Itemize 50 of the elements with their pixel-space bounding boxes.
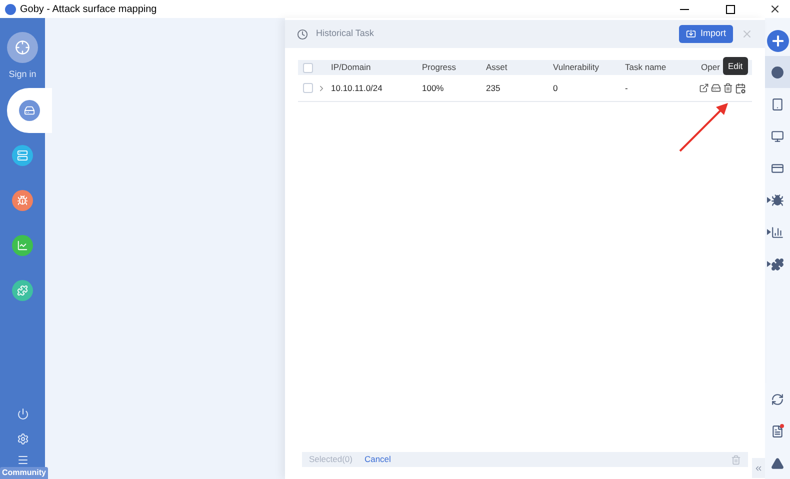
plugin-icon [771,258,784,270]
monitor-icon [771,130,784,142]
table-cell-text: 235 [486,82,502,94]
settings-icon[interactable] [16,433,28,445]
sign-in-link[interactable]: Sign in [8,68,36,82]
cancel-button[interactable]: Cancel [364,453,391,466]
app-logo-icon [5,4,16,14]
edit-tooltip: Edit [723,57,748,75]
column-header: Asset [486,61,508,74]
column-header: Oper [701,61,720,74]
chart-icon [771,226,784,238]
selected-count: Selected(0) [309,453,352,466]
minimize-icon[interactable] [680,8,689,10]
checkbox[interactable] [303,83,313,93]
save-icon[interactable] [711,83,721,93]
chevrons-left-icon [754,464,763,472]
checkbox[interactable] [303,62,313,72]
history-tool[interactable] [765,56,790,88]
plus-icon [770,33,786,49]
maximize-icon[interactable] [726,4,735,14]
avatar-icon[interactable] [7,32,38,63]
table-cell-text: 10.10.11.0/24 [331,82,384,94]
table-cell-text: 0 [553,82,559,94]
table-cell-text: - [625,82,629,94]
edit-icon[interactable] [735,82,746,94]
community-label[interactable]: Community [0,467,48,479]
device-icon [771,98,784,110]
refresh-icon [771,392,784,406]
bug-icon [771,194,784,206]
table-cell-text: 100% [422,82,445,94]
open-icon[interactable] [699,83,709,93]
delete-icon[interactable] [723,83,733,93]
panel-title: Historical Task [316,27,374,40]
clock-icon [297,28,308,40]
pointer-arrow [678,101,730,153]
import-icon [686,29,696,39]
import-button[interactable]: Import [679,25,733,43]
column-header: Vulnerability [553,61,600,74]
add-button[interactable] [766,30,788,52]
column-header: Progress [422,61,458,74]
window-title: Goby - Attack surface mapping [20,2,157,16]
menu-icon[interactable] [16,454,28,466]
power-icon[interactable] [16,408,28,420]
column-header: Task name [625,61,668,74]
column-header: IP/Domain [331,61,372,74]
warning-icon [771,456,784,470]
sidebar-item[interactable] [7,88,52,132]
close-icon[interactable] [769,3,781,15]
report-icon [771,424,784,438]
expand-icon[interactable] [317,84,326,92]
